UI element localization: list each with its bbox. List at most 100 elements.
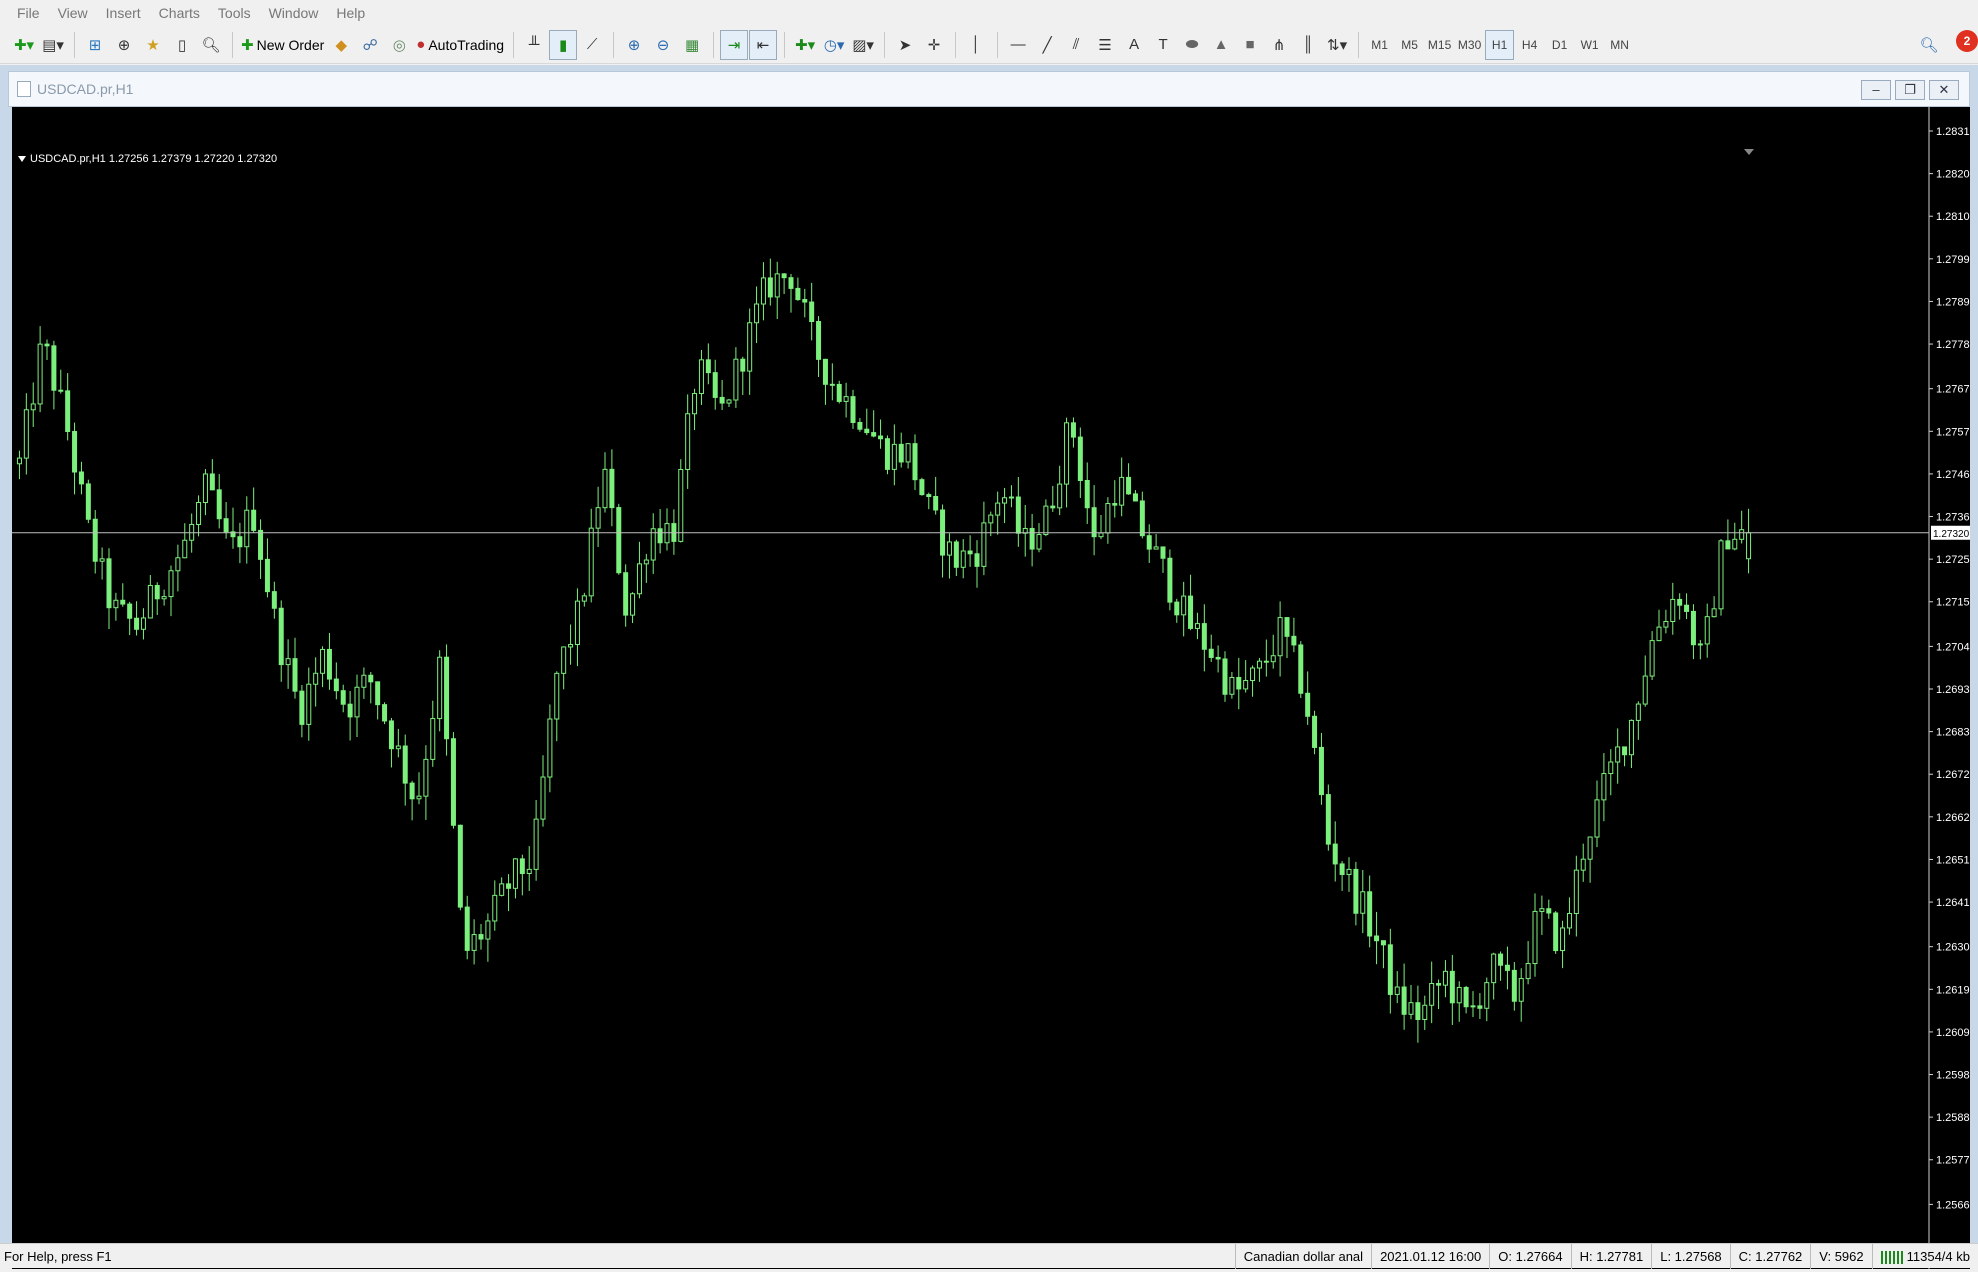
search-button[interactable]: 🔍︎ bbox=[1915, 30, 1943, 60]
templates-button[interactable]: ▨▾ bbox=[849, 30, 877, 60]
price-axis-label: 1.26830 bbox=[1936, 727, 1970, 739]
candle-body-bull bbox=[1532, 910, 1538, 965]
candle-body-bear bbox=[822, 358, 828, 385]
timeframe-m15[interactable]: M15 bbox=[1425, 30, 1454, 60]
bar-chart-button[interactable]: ╨ bbox=[520, 30, 548, 60]
channel-button[interactable]: ⫽ bbox=[1062, 30, 1090, 60]
new-order-label: New Order bbox=[256, 36, 325, 53]
minimize-button[interactable]: – bbox=[1861, 80, 1891, 100]
candle-body-bull bbox=[471, 934, 477, 951]
ellipse-button[interactable]: ⬬ bbox=[1178, 30, 1206, 60]
menu-file[interactable]: File bbox=[8, 0, 49, 26]
candle-body-bear bbox=[347, 703, 353, 718]
timeframe-h4[interactable]: H4 bbox=[1515, 30, 1544, 60]
candle-body-bear bbox=[609, 468, 615, 509]
menu-view[interactable]: View bbox=[49, 0, 97, 26]
timeframe-d1[interactable]: D1 bbox=[1545, 30, 1574, 60]
toolbar: ✚▾ ▤▾ ⊞ ⊕ ★ ▯ 🔍︎ ✚ New Order ◆ ☍ ◎ ● Aut… bbox=[0, 26, 1978, 64]
timeframe-w1[interactable]: W1 bbox=[1575, 30, 1604, 60]
menu-window[interactable]: Window bbox=[260, 0, 328, 26]
triangle-button[interactable]: ▲ bbox=[1207, 30, 1235, 60]
candle-body-bull bbox=[554, 672, 560, 720]
crosshair-button[interactable]: ✛ bbox=[920, 30, 948, 60]
new-chart-button[interactable]: ✚▾ bbox=[10, 30, 38, 60]
market-watch-button[interactable]: ⊞ bbox=[81, 30, 109, 60]
text-button[interactable]: A bbox=[1120, 30, 1148, 60]
strategy-tester-button[interactable]: 🔍︎ bbox=[197, 30, 225, 60]
menu-help[interactable]: Help bbox=[327, 0, 374, 26]
candle-body-bear bbox=[1291, 635, 1297, 646]
cursor-button[interactable]: ➤ bbox=[891, 30, 919, 60]
candle-body-bull bbox=[1739, 529, 1745, 540]
timeframe-m5[interactable]: M5 bbox=[1395, 30, 1424, 60]
status-profile[interactable]: Canadian dollar anal bbox=[1234, 1243, 1371, 1269]
status-traffic[interactable]: 11354/4 kb bbox=[1871, 1243, 1978, 1269]
candle-body-bull bbox=[492, 894, 498, 922]
candle-body-bear bbox=[333, 678, 339, 692]
vertical-line-button[interactable]: │ bbox=[962, 30, 990, 60]
timeframe-m1[interactable]: M1 bbox=[1365, 30, 1394, 60]
price-axis-label: 1.26620 bbox=[1936, 812, 1970, 824]
candle-body-bull bbox=[175, 557, 181, 572]
menu-tools[interactable]: Tools bbox=[209, 0, 260, 26]
bar-chart-icon: ╨ bbox=[528, 36, 540, 53]
rectangle-button[interactable]: ■ bbox=[1236, 30, 1264, 60]
close-button[interactable]: ✕ bbox=[1929, 80, 1959, 100]
terminal-button[interactable]: ▯ bbox=[168, 30, 196, 60]
navigator-button[interactable]: ★ bbox=[139, 30, 167, 60]
data-window-button[interactable]: ⊕ bbox=[110, 30, 138, 60]
market-button[interactable]: ◎ bbox=[385, 30, 413, 60]
candle-body-bear bbox=[299, 690, 305, 725]
status-datetime: 2021.01.12 16:00 bbox=[1371, 1243, 1489, 1269]
candle-body-bull bbox=[1043, 505, 1049, 536]
candle-body-bull bbox=[285, 658, 291, 666]
candle-body-bear bbox=[926, 494, 932, 497]
chart-window-titlebar[interactable]: USDCAD.pr,H1 – ❐ ✕ bbox=[8, 71, 1970, 107]
fibonacci-button[interactable]: ☰ bbox=[1091, 30, 1119, 60]
candle-body-bull bbox=[1484, 982, 1490, 1009]
chart-canvas[interactable]: 1.28310 1.28205 1.28100 1.27995 1.27890 1.277… bbox=[12, 107, 1976, 1269]
new-order-button[interactable]: ✚ New Order bbox=[239, 30, 326, 60]
candle-body-bear bbox=[623, 572, 629, 616]
chart-shift-button[interactable]: ⇤ bbox=[749, 29, 778, 60]
candle-body-bull bbox=[574, 600, 580, 646]
timeframe-m30[interactable]: M30 bbox=[1455, 30, 1484, 60]
zoom-out-button[interactable]: ⊖ bbox=[649, 30, 677, 60]
candle-body-bear bbox=[92, 518, 98, 562]
menu-charts[interactable]: Charts bbox=[150, 0, 209, 26]
candle-body-bull bbox=[547, 718, 553, 778]
mdi-area: USDCAD.pr,H1 – ❐ ✕ 1.28310 1.28205 1.28100… bbox=[0, 65, 1978, 1269]
profiles-button[interactable]: ▤▾ bbox=[39, 30, 67, 60]
triangle-icon: ▲ bbox=[1213, 36, 1229, 53]
line-chart-button[interactable]: ⟋ bbox=[578, 30, 606, 60]
candle-body-bull bbox=[1119, 476, 1125, 506]
candle-body-bear bbox=[816, 321, 822, 360]
candlestick-button[interactable]: ▮ bbox=[549, 29, 578, 60]
indicators-button[interactable]: ✚▾ bbox=[791, 30, 819, 60]
tile-windows-button[interactable]: ▦ bbox=[678, 30, 706, 60]
cycle-lines-button[interactable]: ║ bbox=[1294, 30, 1322, 60]
timeframe-h1[interactable]: H1 bbox=[1485, 29, 1515, 60]
toolbar-separator bbox=[784, 31, 786, 58]
metaeditor-button[interactable]: ◆ bbox=[327, 30, 355, 60]
gann-fan-button[interactable]: ⋔ bbox=[1265, 30, 1293, 60]
candle-body-bull bbox=[1256, 660, 1262, 669]
candle-body-bull bbox=[1394, 986, 1400, 995]
horizontal-line-button[interactable]: — bbox=[1004, 30, 1032, 60]
text-label-button[interactable]: T bbox=[1149, 30, 1177, 60]
candle-body-bull bbox=[733, 358, 739, 401]
signals-button[interactable]: ☍ bbox=[356, 30, 384, 60]
restore-button[interactable]: ❐ bbox=[1895, 80, 1925, 100]
zoom-in-button[interactable]: ⊕ bbox=[620, 30, 648, 60]
timeframe-mn[interactable]: MN bbox=[1605, 30, 1634, 60]
status-high: H: 1.27781 bbox=[1570, 1243, 1652, 1269]
periods-button[interactable]: ◷▾ bbox=[820, 30, 848, 60]
candle-body-bear bbox=[1415, 1002, 1421, 1020]
trendline-button[interactable]: ╱ bbox=[1033, 30, 1061, 60]
auto-scroll-button[interactable]: ⇥ bbox=[720, 29, 749, 60]
arrows-button[interactable]: ⇅▾ bbox=[1323, 30, 1351, 60]
autotrading-button[interactable]: ● AutoTrading bbox=[414, 30, 506, 60]
notification-badge[interactable]: 2 bbox=[1956, 30, 1978, 52]
menu-insert[interactable]: Insert bbox=[97, 0, 150, 26]
price-chart[interactable]: 1.28310 1.28205 1.28100 1.27995 1.27890 1.277… bbox=[12, 107, 1976, 1269]
